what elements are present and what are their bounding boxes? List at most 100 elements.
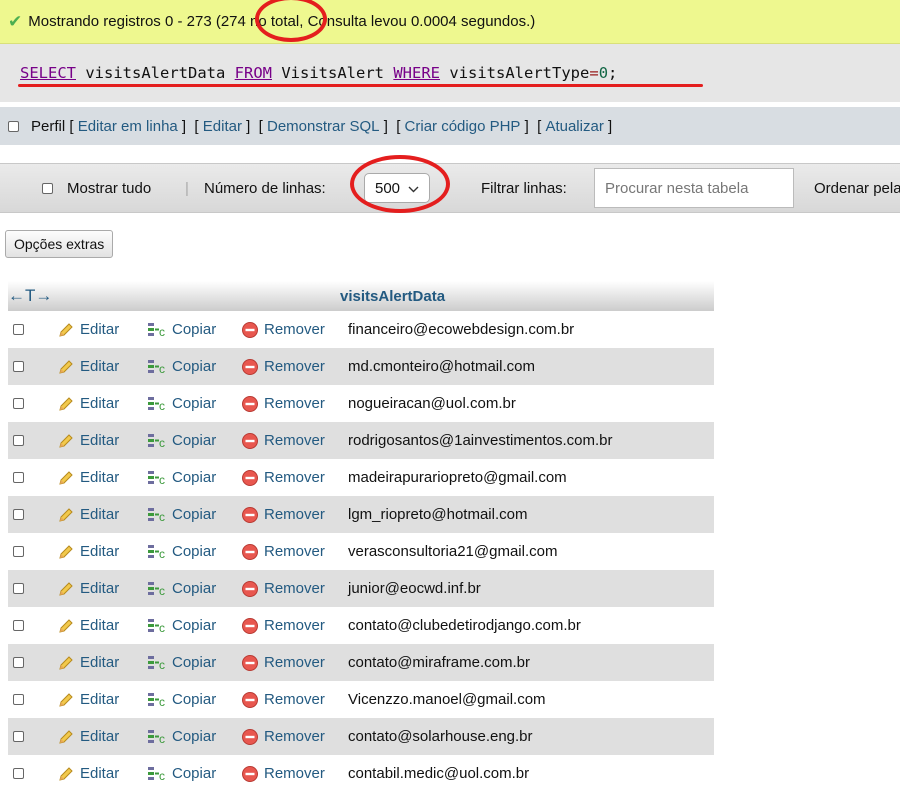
row-delete-link[interactable]: Remover — [241, 496, 325, 533]
row-copy-link[interactable]: c Copiar — [147, 718, 216, 755]
row-edit-link[interactable]: Editar — [57, 570, 119, 607]
link-explain-sql[interactable]: Demonstrar SQL — [267, 118, 380, 135]
row-email-value: contabil.medic@uol.com.br — [348, 765, 530, 782]
row-edit-link[interactable]: Editar — [57, 385, 119, 422]
row-select-checkbox[interactable] — [13, 681, 24, 718]
success-message: ✔ Mostrando registros 0 - 273 (274 no to… — [0, 0, 900, 44]
row-edit-label: Editar — [80, 691, 120, 708]
copy-icon: c — [147, 543, 167, 561]
delete-icon — [241, 691, 259, 709]
delete-icon — [241, 506, 259, 524]
extra-options-button[interactable]: Opções extras — [5, 230, 114, 258]
table-row: Editar c Copiar Remover contato@solarhouse.e… — [8, 718, 714, 755]
sql-query-box[interactable]: SELECT visitsAlertData FROM VisitsAlert … — [0, 44, 900, 102]
row-copy-link[interactable]: c Copiar — [147, 644, 216, 681]
link-refresh[interactable]: Atualizar — [545, 118, 603, 135]
row-delete-label: Remover — [264, 358, 325, 375]
row-edit-link[interactable]: Editar — [57, 348, 119, 385]
filter-rows-input[interactable]: Procurar nesta tabela — [594, 168, 794, 208]
row-edit-link[interactable]: Editar — [57, 681, 119, 718]
row-copy-link[interactable]: c Copiar — [147, 533, 216, 570]
row-select-checkbox[interactable] — [13, 459, 24, 496]
row-delete-link[interactable]: Remover — [241, 644, 325, 681]
svg-text:c: c — [159, 362, 165, 376]
link-edit-inline[interactable]: Editar em linha — [78, 118, 178, 135]
row-delete-link[interactable]: Remover — [241, 459, 325, 496]
svg-text:c: c — [159, 547, 165, 561]
annotation-underline-sql — [18, 84, 703, 87]
row-delete-link[interactable]: Remover — [241, 607, 325, 644]
column-header-visitsalertdata[interactable]: visitsAlertData — [340, 281, 445, 311]
row-select-checkbox[interactable] — [13, 348, 24, 385]
row-edit-link[interactable]: Editar — [57, 718, 119, 755]
row-delete-link[interactable]: Remover — [241, 718, 325, 755]
row-select-checkbox[interactable] — [13, 385, 24, 422]
copy-icon: c — [147, 617, 167, 635]
link-create-php[interactable]: Criar código PHP — [405, 118, 521, 135]
row-copy-link[interactable]: c Copiar — [147, 348, 216, 385]
table-row: Editar c Copiar Remover rodrigosantos@1ainve… — [8, 422, 714, 459]
row-select-checkbox[interactable] — [13, 496, 24, 533]
row-select-checkbox[interactable] — [13, 533, 24, 570]
row-edit-link[interactable]: Editar — [57, 422, 119, 459]
row-copy-link[interactable]: c Copiar — [147, 755, 216, 792]
sql-from-keyword: FROM — [234, 64, 272, 82]
row-select-checkbox[interactable] — [13, 718, 24, 755]
row-delete-link[interactable]: Remover — [241, 681, 325, 718]
row-select-checkbox[interactable] — [13, 755, 24, 792]
show-all-checkbox[interactable] — [42, 182, 53, 194]
row-delete-label: Remover — [264, 765, 325, 782]
profile-checkbox[interactable] — [8, 120, 19, 132]
row-delete-link[interactable]: Remover — [241, 422, 325, 459]
row-email-value: financeiro@ecowebdesign.com.br — [348, 321, 575, 338]
row-copy-link[interactable]: c Copiar — [147, 422, 216, 459]
column-arrows-icon[interactable]: ←T→ — [8, 281, 52, 311]
row-copy-link[interactable]: c Copiar — [147, 496, 216, 533]
row-copy-label: Copiar — [172, 469, 217, 486]
row-copy-link[interactable]: c Copiar — [147, 681, 216, 718]
row-copy-label: Copiar — [172, 617, 217, 634]
delete-icon — [241, 358, 259, 376]
row-select-checkbox[interactable] — [13, 607, 24, 644]
row-delete-link[interactable]: Remover — [241, 570, 325, 607]
query-options-bar: Perfil [ Editar em linha ] [ Editar ] [ … — [0, 107, 900, 145]
row-edit-link[interactable]: Editar — [57, 459, 119, 496]
copy-icon: c — [147, 691, 167, 709]
link-edit[interactable]: Editar — [203, 118, 242, 135]
row-edit-link[interactable]: Editar — [57, 644, 119, 681]
row-email-value: lgm_riopreto@hotmail.com — [348, 506, 528, 523]
row-copy-link[interactable]: c Copiar — [147, 385, 216, 422]
row-edit-link[interactable]: Editar — [57, 496, 119, 533]
copy-icon: c — [147, 432, 167, 450]
row-delete-link[interactable]: Remover — [241, 348, 325, 385]
show-all-toggle[interactable]: Mostrar tudo — [42, 164, 151, 212]
row-select-checkbox[interactable] — [13, 422, 24, 459]
row-select-checkbox[interactable] — [13, 570, 24, 607]
pencil-icon — [57, 543, 75, 561]
delete-icon — [241, 469, 259, 487]
row-select-checkbox[interactable] — [13, 644, 24, 681]
row-delete-link[interactable]: Remover — [241, 755, 325, 792]
row-select-checkbox[interactable] — [13, 311, 24, 348]
copy-icon: c — [147, 321, 167, 339]
row-edit-link[interactable]: Editar — [57, 533, 119, 570]
table-row: Editar c Copiar Remover Vicenzzo.manoel@gmai… — [8, 681, 714, 718]
row-copy-link[interactable]: c Copiar — [147, 311, 216, 348]
row-delete-link[interactable]: Remover — [241, 385, 325, 422]
show-all-label: Mostrar tudo — [67, 179, 152, 197]
filter-rows-label: Filtrar linhas: — [481, 179, 567, 197]
table-row: Editar c Copiar Remover lgm_riopreto@hotmail… — [8, 496, 714, 533]
row-delete-link[interactable]: Remover — [241, 533, 325, 570]
row-edit-link[interactable]: Editar — [57, 755, 119, 792]
row-edit-link[interactable]: Editar — [57, 311, 119, 348]
svg-text:c: c — [159, 325, 165, 339]
row-copy-link[interactable]: c Copiar — [147, 570, 216, 607]
row-copy-link[interactable]: c Copiar — [147, 459, 216, 496]
row-delete-link[interactable]: Remover — [241, 311, 325, 348]
svg-text:c: c — [159, 658, 165, 672]
filter-rows-wrapper: Procurar nesta tabela — [594, 164, 794, 212]
row-delete-label: Remover — [264, 395, 325, 412]
row-edit-link[interactable]: Editar — [57, 607, 119, 644]
row-copy-link[interactable]: c Copiar — [147, 607, 216, 644]
row-email-value: nogueiracan@uol.com.br — [348, 395, 516, 412]
